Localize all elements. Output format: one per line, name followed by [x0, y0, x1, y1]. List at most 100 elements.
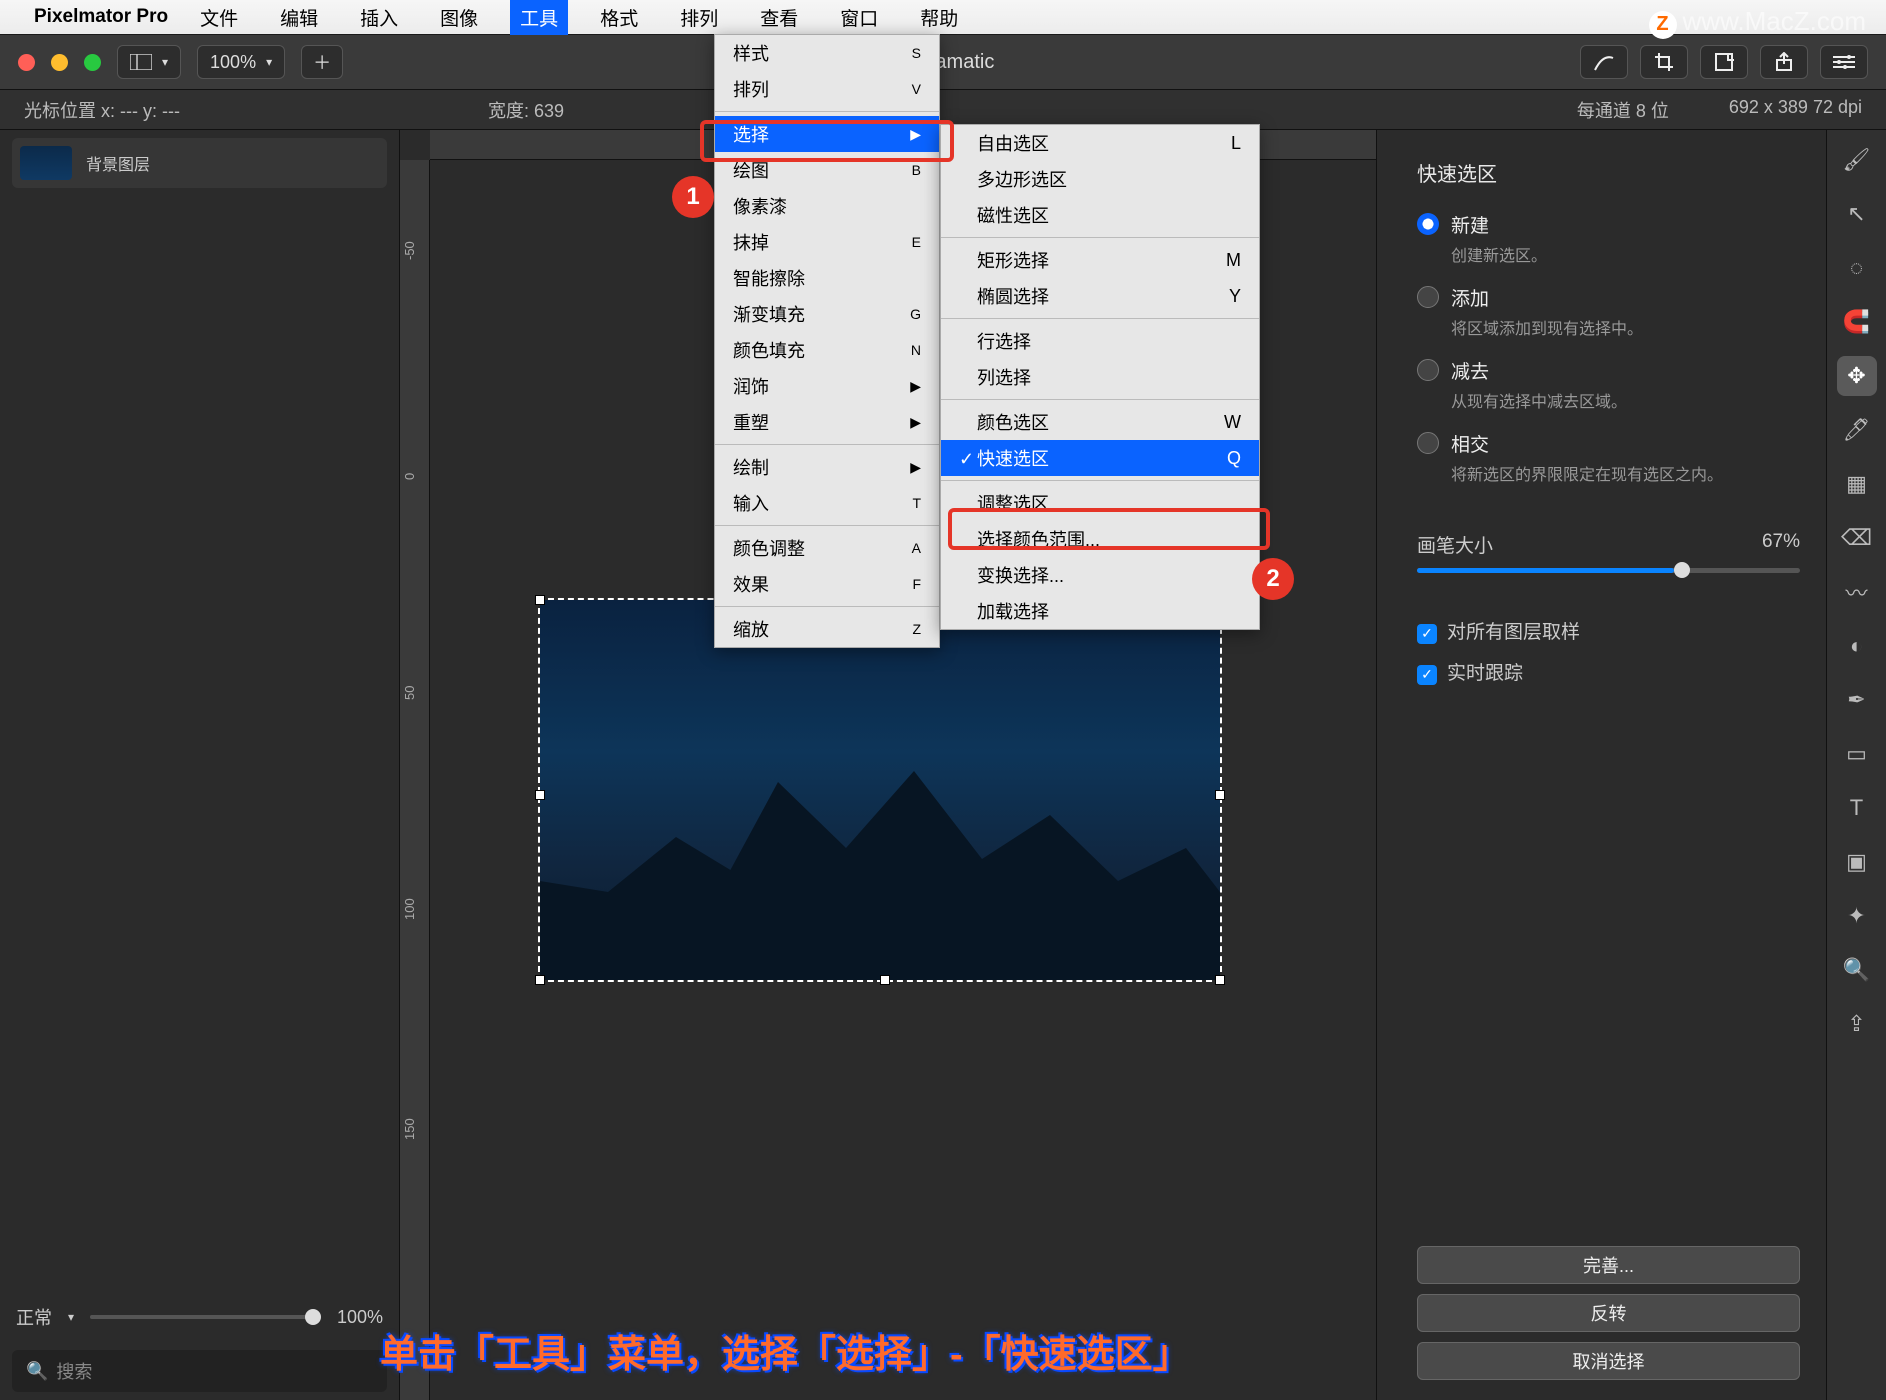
menu-item-排列[interactable]: 排列V	[715, 71, 939, 107]
search-icon: 🔍	[26, 1361, 48, 1382]
brush-size-slider[interactable]	[1417, 568, 1800, 573]
live-tracking-checkbox[interactable]: ✓实时跟踪	[1417, 658, 1800, 685]
watermark: Zwww.MacZ.com	[1649, 6, 1866, 39]
search-icon[interactable]: 🔍	[1837, 950, 1877, 990]
paint-icon[interactable]: 🖊	[1837, 410, 1877, 450]
instruction-caption: 单击「工具」菜单，选择「选择」-「快速选区」	[380, 1323, 1191, 1378]
menu-item-重塑[interactable]: 重塑▶	[715, 404, 939, 440]
quick-selection-panel: 快速选区 新建创建新选区。添加将区域添加到现有选择中。减去从现有选择中减去区域。…	[1376, 130, 1826, 1400]
menu-插入[interactable]: 插入	[350, 0, 408, 35]
menu-窗口[interactable]: 窗口	[830, 0, 888, 35]
crop-tool-button[interactable]	[1640, 45, 1688, 79]
opacity-slider[interactable]	[90, 1315, 321, 1319]
bit-depth: 每通道 8 位	[1577, 97, 1669, 123]
submenu-item-变换选择...[interactable]: 变换选择...	[941, 557, 1259, 593]
submenu-item-快速选区[interactable]: ✓快速选区Q	[941, 440, 1259, 476]
selection-mode-2[interactable]: 减去从现有选择中减去区域。	[1417, 357, 1800, 412]
selection-mode-3[interactable]: 相交将新选区的界限限定在现有选区之内。	[1417, 430, 1800, 485]
eraser-icon[interactable]: ⌫	[1837, 518, 1877, 558]
gradient-icon[interactable]: ▦	[1837, 464, 1877, 504]
submenu-item-自由选区[interactable]: 自由选区L	[941, 125, 1259, 161]
export-button[interactable]	[1700, 45, 1748, 79]
cursor-icon[interactable]: ↖	[1837, 194, 1877, 234]
menu-排列[interactable]: 排列	[670, 0, 728, 35]
menu-item-智能擦除[interactable]: 智能擦除	[715, 260, 939, 296]
quick-select-icon[interactable]: ✥	[1837, 356, 1877, 396]
menu-item-颜色调整[interactable]: 颜色调整A	[715, 530, 939, 566]
menu-图像[interactable]: 图像	[430, 0, 488, 35]
pen-icon[interactable]: ✒	[1837, 680, 1877, 720]
menu-item-输入[interactable]: 输入T	[715, 485, 939, 521]
annotation-highlight-2	[948, 508, 1270, 550]
share-icon[interactable]: ⇪	[1837, 1004, 1877, 1044]
menu-格式[interactable]: 格式	[590, 0, 648, 35]
document-title: ramatic	[359, 51, 1564, 74]
menu-item-抹掉[interactable]: 抹掉E	[715, 224, 939, 260]
annotation-badge-2: 2	[1252, 558, 1294, 600]
menu-查看[interactable]: 查看	[750, 0, 808, 35]
marquee-icon[interactable]: ◌	[1837, 248, 1877, 288]
traffic-light-max[interactable]	[84, 54, 101, 71]
blend-mode-select[interactable]: 正常	[16, 1304, 52, 1330]
submenu-item-椭圆选择[interactable]: 椭圆选择Y	[941, 278, 1259, 314]
sidebar-icon	[130, 54, 152, 70]
menu-工具[interactable]: 工具	[510, 0, 568, 35]
panel-toggle-button[interactable]	[1820, 45, 1868, 79]
sample-all-layers-checkbox[interactable]: ✓对所有图层取样	[1417, 617, 1800, 644]
canvas-image[interactable]	[540, 600, 1220, 980]
submenu-item-磁性选区[interactable]: 磁性选区	[941, 197, 1259, 233]
chevron-down-icon: ▾	[68, 1310, 74, 1324]
layer-row[interactable]: 背景图层	[12, 138, 387, 188]
brush-tool-button[interactable]	[1580, 45, 1628, 79]
invert-button[interactable]: 反转	[1417, 1294, 1800, 1332]
brush-size-value: 67%	[1762, 531, 1800, 558]
menu-item-颜色填充[interactable]: 颜色填充N	[715, 332, 939, 368]
window-toolbar: ▾ 100%▾ ＋ ramatic	[0, 34, 1886, 90]
submenu-item-加载选择[interactable]: 加载选择	[941, 593, 1259, 629]
zoom-selector[interactable]: 100%▾	[197, 45, 285, 79]
selection-mode-0[interactable]: 新建创建新选区。	[1417, 211, 1800, 266]
layer-name: 背景图层	[86, 151, 150, 175]
submenu-item-列选择[interactable]: 列选择	[941, 359, 1259, 395]
color-icon[interactable]: ◐	[1837, 626, 1877, 666]
layer-search[interactable]: 🔍 搜索	[12, 1350, 387, 1392]
menu-文件[interactable]: 文件	[190, 0, 248, 35]
sparkle-icon[interactable]: ✦	[1837, 896, 1877, 936]
smudge-icon[interactable]: 〰	[1837, 572, 1877, 612]
ruler-vertical: -50050100150	[400, 160, 430, 1400]
menu-item-渐变填充[interactable]: 渐变填充G	[715, 296, 939, 332]
annotation-badge-1: 1	[672, 176, 714, 218]
submenu-item-多边形选区[interactable]: 多边形选区	[941, 161, 1259, 197]
layer-thumbnail	[20, 146, 72, 180]
brush-size-label: 画笔大小	[1417, 531, 1493, 558]
swatch-icon[interactable]: ▣	[1837, 842, 1877, 882]
menu-item-缩放[interactable]: 缩放Z	[715, 611, 939, 647]
deselect-button[interactable]: 取消选择	[1417, 1342, 1800, 1380]
layers-panel: 背景图层 正常 ▾ 100% 🔍 搜索	[0, 130, 400, 1400]
menu-编辑[interactable]: 编辑	[270, 0, 328, 35]
panel-title: 快速选区	[1417, 158, 1800, 187]
brush-icon[interactable]: 🖌	[1837, 140, 1877, 180]
submenu-item-行选择[interactable]: 行选择	[941, 323, 1259, 359]
traffic-light-min[interactable]	[51, 54, 68, 71]
sidebar-toggle[interactable]: ▾	[117, 45, 181, 79]
refine-button[interactable]: 完善...	[1417, 1246, 1800, 1284]
app-name[interactable]: Pixelmator Pro	[34, 6, 168, 28]
text-icon[interactable]: T	[1837, 788, 1877, 828]
traffic-light-close[interactable]	[18, 54, 35, 71]
menu-帮助[interactable]: 帮助	[910, 0, 968, 35]
menu-item-效果[interactable]: 效果F	[715, 566, 939, 602]
submenu-item-颜色选区[interactable]: 颜色选区W	[941, 404, 1259, 440]
submenu-item-矩形选择[interactable]: 矩形选择M	[941, 242, 1259, 278]
menu-item-样式[interactable]: 样式S	[715, 35, 939, 71]
menu-item-润饰[interactable]: 润饰▶	[715, 368, 939, 404]
rect-icon[interactable]: ▭	[1837, 734, 1877, 774]
share-button[interactable]	[1760, 45, 1808, 79]
menu-item-像素漆[interactable]: 像素漆	[715, 188, 939, 224]
select-submenu-dropdown[interactable]: 自由选区L多边形选区磁性选区矩形选择M椭圆选择Y 行选择列选择颜色选区W✓快速选区…	[940, 124, 1260, 630]
add-button[interactable]: ＋	[301, 45, 343, 79]
menu-item-绘制[interactable]: 绘制▶	[715, 449, 939, 485]
tool-strip: 🖌 ↖ ◌ 🧲 ✥ 🖊 ▦ ⌫ 〰 ◐ ✒ ▭ T ▣ ✦ 🔍 ⇪	[1826, 130, 1886, 1400]
magnet-icon[interactable]: 🧲	[1837, 302, 1877, 342]
selection-mode-1[interactable]: 添加将区域添加到现有选择中。	[1417, 284, 1800, 339]
